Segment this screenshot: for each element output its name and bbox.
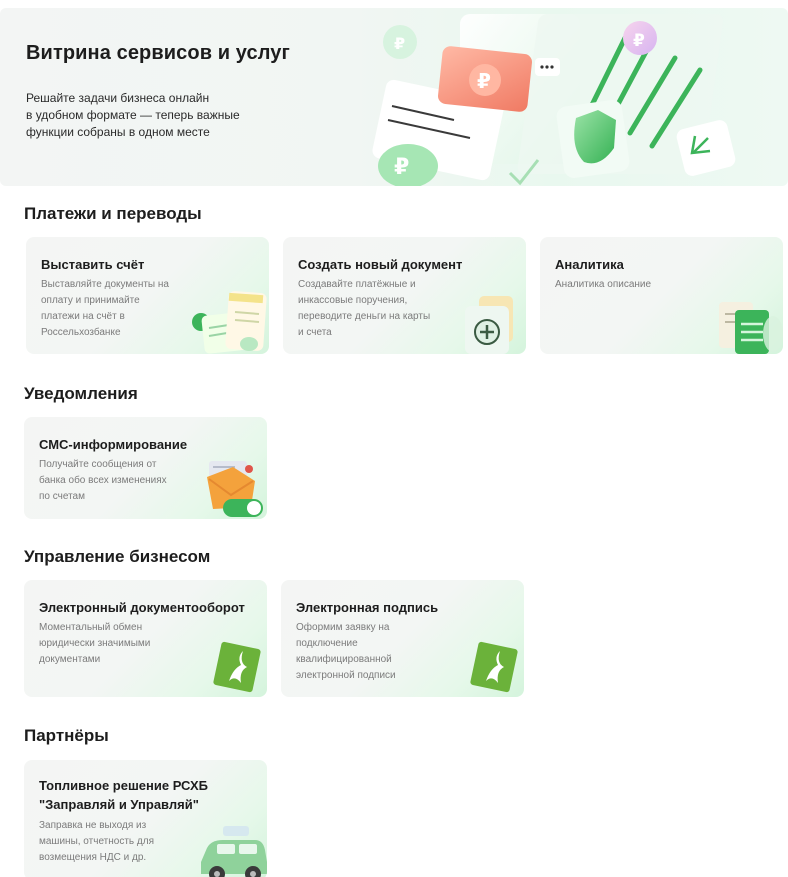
section-title-business: Управление бизнесом xyxy=(24,547,211,566)
svg-text:₽: ₽ xyxy=(394,34,405,53)
card-title: Аналитика xyxy=(555,257,624,272)
card-new-document[interactable]: Создать новый документ Создавайте платёж… xyxy=(283,237,526,354)
card-description: Заправка не выходя из машины, отчетность… xyxy=(39,820,154,863)
car-illustration xyxy=(201,826,267,877)
card-description: Аналитика описание xyxy=(555,279,652,290)
hero-description: Решайте задачи бизнеса онлайн в удобном … xyxy=(26,91,240,139)
card-title: Топливное решение РСХБ "Заправляй и Упра… xyxy=(39,778,208,812)
card-description: Оформим заявку на подключение квалифицир… xyxy=(296,622,396,681)
card-title: Электронная подпись xyxy=(296,600,439,615)
card-e-signature[interactable]: Электронная подпись Оформим заявку на по… xyxy=(281,580,524,697)
hero-illustration: ₽ ₽ ₽ ₽ xyxy=(372,14,736,186)
card-description: Получайте сообщения от банка обо всех из… xyxy=(39,459,167,502)
sms-envelope-illustration xyxy=(207,461,263,517)
add-document-illustration xyxy=(465,296,513,354)
svg-text:₽: ₽ xyxy=(477,69,491,93)
analytics-illustration xyxy=(719,302,783,354)
svg-text:₽: ₽ xyxy=(633,31,645,51)
page-title: Витрина сервисов и услуг xyxy=(26,42,290,64)
card-fuel-solution[interactable]: Топливное решение РСХБ "Заправляй и Упра… xyxy=(24,760,267,877)
section-title-payments: Платежи и переводы xyxy=(24,204,202,223)
card-description: Моментальный обмен юридически значимыми … xyxy=(39,622,151,665)
card-title: Электронный документооборот xyxy=(39,600,245,615)
card-title: Создать новый документ xyxy=(298,257,463,272)
card-sms[interactable]: СМС-информирование Получайте сообщения о… xyxy=(24,417,267,519)
card-invoice[interactable]: Выставить счёт Выставляйте документы на … xyxy=(26,237,269,354)
e-signature-logo-icon xyxy=(470,641,518,693)
invoice-illustration xyxy=(192,291,267,354)
edo-logo-icon xyxy=(213,641,261,693)
hero-banner: Витрина сервисов и услуг Решайте задачи … xyxy=(0,8,788,186)
card-description: Выставляйте документы на оплату и приним… xyxy=(41,279,169,338)
card-title: Выставить счёт xyxy=(41,257,145,272)
section-title-partners: Партнёры xyxy=(24,726,109,745)
card-title: СМС-информирование xyxy=(39,437,188,452)
section-title-notifications: Уведомления xyxy=(24,384,138,403)
svg-text:₽: ₽ xyxy=(394,155,409,180)
card-edo[interactable]: Электронный документооборот Моментальный… xyxy=(24,580,267,697)
card-analytics[interactable]: Аналитика Аналитика описание xyxy=(540,237,783,354)
card-description: Создавайте платёжные и инкассовые поруче… xyxy=(298,279,431,338)
